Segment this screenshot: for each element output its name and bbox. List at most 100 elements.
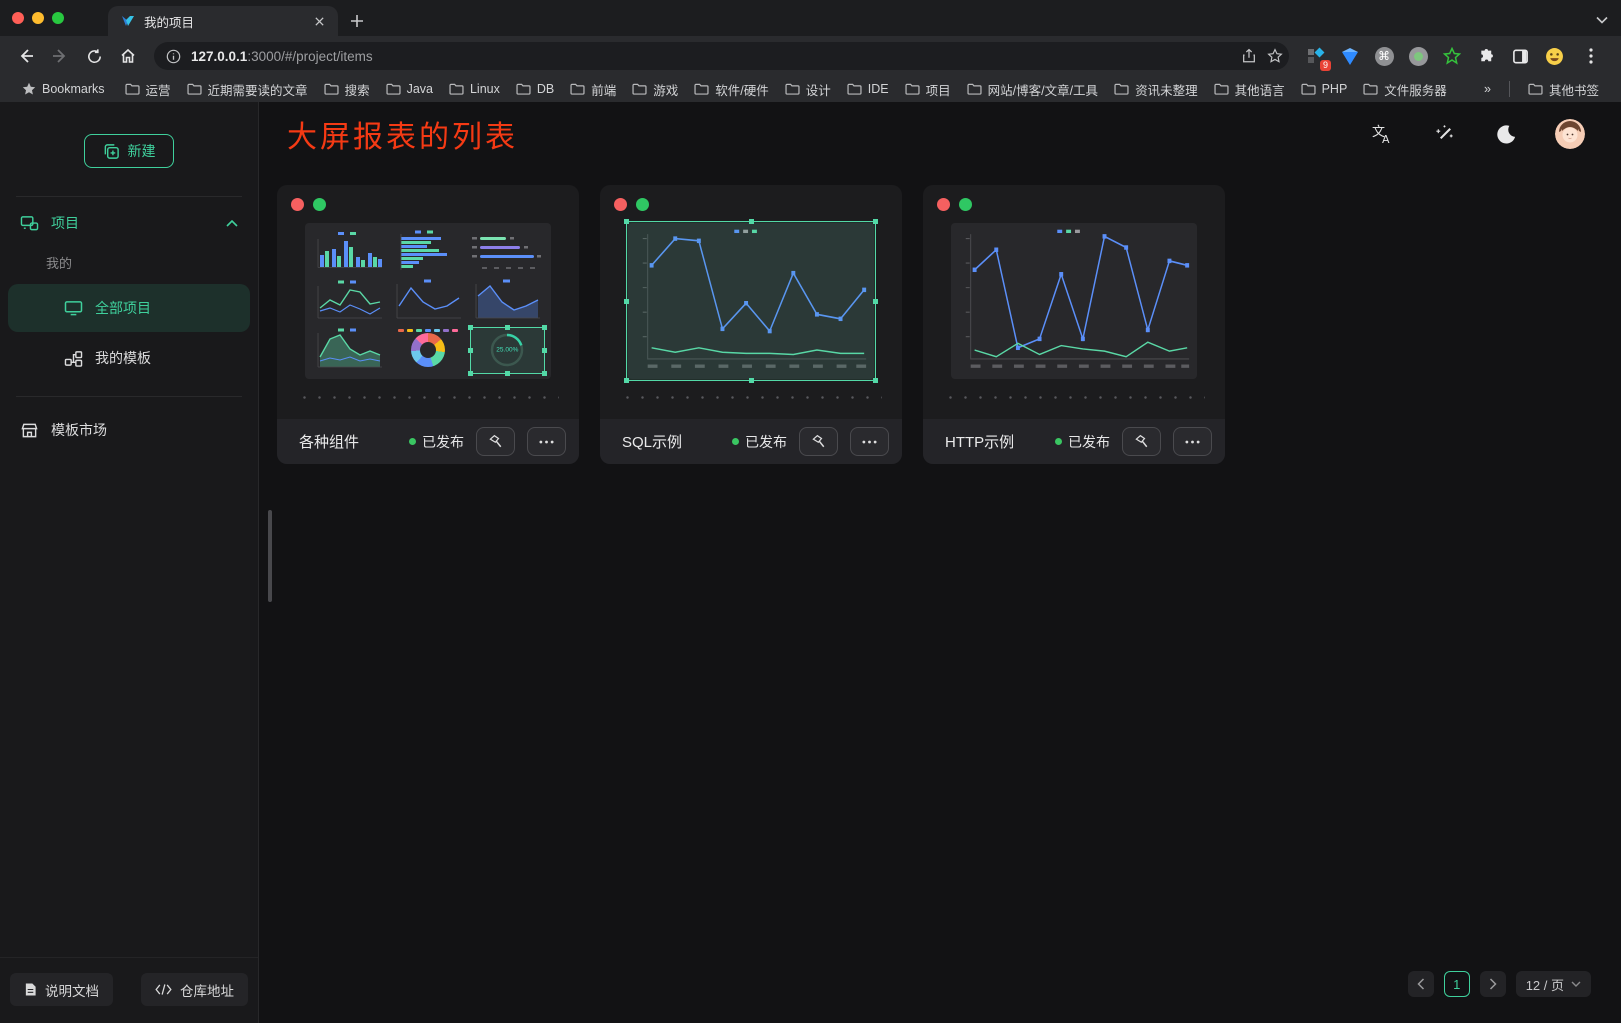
dark-mode-moon-icon[interactable] <box>1493 121 1519 147</box>
new-project-button[interactable]: 新建 <box>84 134 174 168</box>
browser-tab[interactable]: 我的项目 <box>108 6 338 36</box>
other-bookmarks-folder[interactable]: 其他书签 <box>1520 78 1607 101</box>
docs-button[interactable]: 说明文档 <box>10 973 113 1006</box>
bookmark-folder[interactable]: 文件服务器 <box>1355 78 1455 101</box>
project-thumbnail[interactable] <box>628 223 874 379</box>
forward-icon[interactable] <box>46 42 74 70</box>
bookmark-folder[interactable]: Java <box>378 80 441 98</box>
page-size-value: 12 / 页 <box>1526 975 1564 994</box>
folder-icon <box>1114 83 1129 95</box>
close-window-button[interactable] <box>12 12 24 24</box>
share-icon[interactable] <box>1241 48 1257 64</box>
chevron-down-icon <box>1571 981 1581 987</box>
bookmark-folder[interactable]: 项目 <box>897 78 959 101</box>
zoom-window-button[interactable] <box>52 12 64 24</box>
bookmark-folder[interactable]: DB <box>508 80 562 98</box>
goview-favicon-icon <box>120 13 136 29</box>
magic-wand-icon[interactable] <box>1431 121 1457 147</box>
more-button[interactable] <box>1173 427 1212 456</box>
folder-icon <box>785 83 800 95</box>
more-button[interactable] <box>850 427 889 456</box>
status-badge: 已发布 <box>1055 432 1110 452</box>
language-icon[interactable]: 文A <box>1369 121 1395 147</box>
minimize-window-button[interactable] <box>32 12 44 24</box>
pagination: 1 12 / 页 <box>1408 971 1591 997</box>
bookmark-folder-label: 搜索 <box>345 80 370 99</box>
bookmark-star-icon[interactable] <box>1267 48 1283 64</box>
project-thumbnail[interactable] <box>951 223 1197 379</box>
red-dot-icon <box>937 198 950 211</box>
folder-icon <box>570 83 585 95</box>
project-card[interactable]: SQL示例 已发布 <box>600 185 902 464</box>
bookmark-folder[interactable]: PHP <box>1293 80 1356 98</box>
prev-page-button[interactable] <box>1408 971 1434 997</box>
project-name: HTTP示例 <box>945 431 1043 452</box>
sidebar-divider <box>16 396 242 397</box>
sidebar-item-all-projects[interactable]: 全部项目 <box>8 284 250 332</box>
more-button[interactable] <box>527 427 566 456</box>
tab-close-icon[interactable] <box>308 10 330 32</box>
edit-button[interactable] <box>1122 427 1161 456</box>
green-dot-icon <box>313 198 326 211</box>
chevron-up-icon[interactable] <box>226 220 238 227</box>
side-panel-icon[interactable] <box>1509 45 1531 67</box>
bookmarks-overflow-chevron[interactable]: » <box>1476 80 1499 98</box>
sidebar-item-label: 我的模板 <box>95 348 151 368</box>
tab-search-chevron-icon[interactable] <box>1591 9 1613 31</box>
new-tab-button[interactable] <box>346 10 368 32</box>
status-label: 已发布 <box>422 432 464 452</box>
bookmark-folder[interactable]: 前端 <box>562 78 624 101</box>
command-extension-icon[interactable]: ⌘ <box>1373 45 1395 67</box>
new-project-label: 新建 <box>128 141 156 161</box>
bookmarks-root[interactable]: Bookmarks <box>14 80 113 98</box>
content-scrollbar[interactable] <box>268 510 272 602</box>
project-card[interactable]: 25.00% 各种组件 已发布 <box>277 185 579 464</box>
grid-extension-icon[interactable]: 9 <box>1305 45 1327 67</box>
back-icon[interactable] <box>12 42 40 70</box>
home-icon[interactable] <box>114 42 142 70</box>
sidebar-group-project[interactable]: 项目 <box>0 197 258 249</box>
next-page-button[interactable] <box>1480 971 1506 997</box>
site-info-icon[interactable] <box>166 49 181 64</box>
bookmark-folder[interactable]: 游戏 <box>624 78 686 101</box>
reload-icon[interactable] <box>80 42 108 70</box>
card-footer: HTTP示例 已发布 <box>923 419 1225 464</box>
edit-button[interactable] <box>476 427 515 456</box>
project-thumbnail[interactable]: 25.00% <box>305 223 551 379</box>
page-size-select[interactable]: 12 / 页 <box>1516 971 1591 997</box>
project-card[interactable]: HTTP示例 已发布 <box>923 185 1225 464</box>
bookmark-folder[interactable]: 软件/硬件 <box>686 78 776 101</box>
goview-app: 新建 项目 我的 全部项目 我的模板 模板市场 <box>0 102 1621 1023</box>
bookmark-folder[interactable]: 近期需要读的文章 <box>179 78 316 101</box>
url-bar[interactable]: 127.0.0.1:3000/#/project/items <box>154 42 1289 70</box>
chrome-menu-icon[interactable] <box>1577 42 1605 70</box>
status-badge: 已发布 <box>409 432 464 452</box>
browser-toolbar: 127.0.0.1:3000/#/project/items 9 ⌘ <box>0 36 1621 76</box>
recorder-extension-icon[interactable] <box>1407 45 1429 67</box>
extensions-puzzle-icon[interactable] <box>1475 45 1497 67</box>
bookmark-folder[interactable]: 运营 <box>117 78 179 101</box>
bookmark-folder[interactable]: 设计 <box>777 78 839 101</box>
edit-button[interactable] <box>799 427 838 456</box>
tab-title: 我的项目 <box>144 12 300 31</box>
folder-icon <box>324 83 339 95</box>
bookmark-folder[interactable]: 网站/博客/文章/工具 <box>959 78 1106 101</box>
page-title: 大屏报表的列表 <box>287 112 518 156</box>
sidebar-group-label: 项目 <box>51 213 79 233</box>
bookmark-folder[interactable]: Linux <box>441 80 508 98</box>
emoji-extension-icon[interactable] <box>1543 45 1565 67</box>
user-avatar[interactable] <box>1555 119 1585 149</box>
gem-extension-icon[interactable] <box>1339 45 1361 67</box>
status-label: 已发布 <box>745 432 787 452</box>
repo-button[interactable]: 仓库地址 <box>141 973 248 1006</box>
dotted-separator <box>297 396 559 399</box>
bookmark-folder[interactable]: 搜索 <box>316 78 378 101</box>
bookmark-folder[interactable]: 资讯未整理 <box>1106 78 1206 101</box>
bookmark-folder[interactable]: 其他语言 <box>1206 78 1293 101</box>
current-page-button[interactable]: 1 <box>1444 971 1470 997</box>
sidebar-item-template-market[interactable]: 模板市场 <box>0 405 258 455</box>
green-star-extension-icon[interactable] <box>1441 45 1463 67</box>
sidebar-item-my-templates[interactable]: 我的模板 <box>8 334 250 382</box>
folder-icon <box>847 83 862 95</box>
bookmark-folder[interactable]: IDE <box>839 80 897 98</box>
